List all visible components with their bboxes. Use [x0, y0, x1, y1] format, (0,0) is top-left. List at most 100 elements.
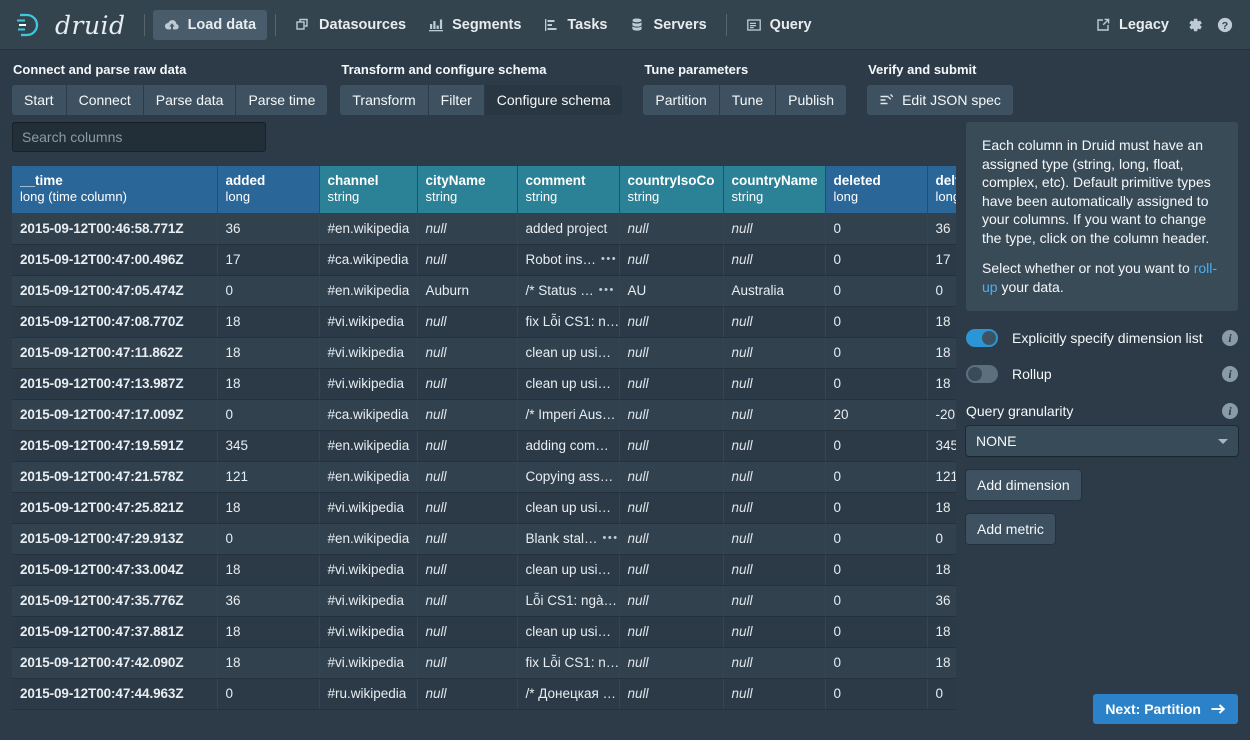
table-row[interactable]: 2015-09-12T00:47:17.009Z0#ca.wikipedianu…	[12, 399, 956, 430]
table-row[interactable]: 2015-09-12T00:47:35.776Z36#vi.wikipedian…	[12, 585, 956, 616]
next-partition-button[interactable]: Next: Partition	[1093, 694, 1238, 724]
table-row[interactable]: 2015-09-12T00:46:58.771Z36#en.wikipedian…	[12, 213, 956, 244]
horizontal-scrollbar[interactable]	[12, 728, 956, 740]
add-metric-button[interactable]: Add metric	[966, 514, 1055, 544]
column-header-countryisocode-name: countryIsoCode	[628, 173, 715, 188]
multi-select-icon	[295, 17, 311, 33]
table-row[interactable]: 2015-09-12T00:47:29.913Z0#en.wikipedianu…	[12, 523, 956, 554]
column-header-channel[interactable]: channel string	[319, 166, 417, 213]
query-granularity-info-icon[interactable]: i	[1222, 403, 1238, 419]
table-row[interactable]: 2015-09-12T00:47:00.496Z17#ca.wikipedian…	[12, 244, 956, 275]
more-dots-icon[interactable]: •••	[603, 532, 619, 544]
table-row[interactable]: 2015-09-12T00:47:44.963Z0#ru.wikipedianu…	[12, 678, 956, 709]
settings-button[interactable]	[1180, 10, 1210, 40]
null-value: null	[732, 314, 753, 329]
table-cell-comment: clean up usi…	[517, 616, 619, 647]
table-cell-delta: 36	[927, 213, 956, 244]
step-group-tune-title: Tune parameters	[644, 62, 846, 77]
brand-logo[interactable]: druid	[14, 11, 126, 40]
info-callout-p2-after: your data.	[998, 279, 1064, 295]
column-header-added-name: added	[226, 173, 311, 188]
next-partition-label: Next: Partition	[1105, 701, 1201, 717]
column-header-time[interactable]: __time long (time column)	[12, 166, 217, 213]
step-button-start[interactable]: Start	[12, 85, 67, 115]
table-row[interactable]: 2015-09-12T00:47:33.004Z18#vi.wikipedian…	[12, 554, 956, 585]
column-header-countryisocode[interactable]: countryIsoCode string	[619, 166, 723, 213]
table-cell-deleted: 0	[825, 492, 927, 523]
step-button-connect[interactable]: Connect	[67, 85, 144, 115]
search-input[interactable]	[12, 122, 266, 152]
column-header-countryname[interactable]: countryName string	[723, 166, 825, 213]
rollup-toggle[interactable]	[966, 365, 998, 383]
table-cell-comment: clean up usi…	[517, 492, 619, 523]
step-group-connect: Connect and parse raw data Start Connect…	[12, 62, 327, 115]
query-granularity-select[interactable]: NONE	[966, 426, 1238, 456]
null-value: null	[628, 376, 649, 391]
null-value: null	[732, 562, 753, 577]
more-dots-icon[interactable]: •••	[599, 284, 615, 296]
nav-item-legacy[interactable]: Legacy	[1084, 10, 1180, 40]
table-row[interactable]: 2015-09-12T00:47:08.770Z18#vi.wikipedian…	[12, 306, 956, 337]
column-header-added[interactable]: added long	[217, 166, 319, 213]
help-button[interactable]: ?	[1210, 10, 1240, 40]
table-cell-delta: 0	[927, 275, 956, 306]
step-button-transform[interactable]: Transform	[340, 85, 428, 115]
rollup-row: Rollup i	[966, 365, 1238, 383]
null-value: null	[628, 407, 649, 422]
more-dots-icon[interactable]: •••	[601, 253, 617, 265]
step-button-tune[interactable]: Tune	[720, 85, 776, 115]
table-row[interactable]: 2015-09-12T00:47:25.821Z18#vi.wikipedian…	[12, 492, 956, 523]
column-header-deleted[interactable]: deleted long	[825, 166, 927, 213]
table-row[interactable]: 2015-09-12T00:47:11.862Z18#vi.wikipedian…	[12, 337, 956, 368]
table-row[interactable]: 2015-09-12T00:47:37.881Z18#vi.wikipedian…	[12, 616, 956, 647]
table-cell-delta: 18	[927, 616, 956, 647]
step-button-filter[interactable]: Filter	[429, 85, 485, 115]
table-row[interactable]: 2015-09-12T00:47:19.591Z345#en.wikipedia…	[12, 430, 956, 461]
table-cell-added: 121	[217, 461, 319, 492]
null-value: null	[628, 500, 649, 515]
nav-item-segments[interactable]: Segments	[417, 10, 532, 40]
column-header-comment[interactable]: comment string	[517, 166, 619, 213]
step-button-publish[interactable]: Publish	[776, 85, 846, 115]
table-row[interactable]: 2015-09-12T00:47:13.987Z18#vi.wikipedian…	[12, 368, 956, 399]
table-cell-time: 2015-09-12T00:47:00.496Z	[12, 244, 217, 275]
table-cell-time: 2015-09-12T00:46:58.771Z	[12, 213, 217, 244]
table-cell-delta: 18	[927, 337, 956, 368]
table-cell-comment: /* Status …•••	[517, 275, 619, 306]
nav-item-datasources[interactable]: Datasources	[284, 10, 417, 40]
table-cell-deleted: 0	[825, 461, 927, 492]
rollup-info-icon[interactable]: i	[1222, 366, 1238, 382]
dimension-list-info-icon[interactable]: i	[1222, 330, 1238, 346]
top-navbar: druid Load data Datasources Segments	[0, 0, 1250, 50]
nav-item-servers[interactable]: Servers	[618, 10, 717, 40]
table-cell-time: 2015-09-12T00:47:19.591Z	[12, 430, 217, 461]
step-button-edit-json-spec[interactable]: Edit JSON spec	[867, 85, 1013, 115]
table-cell-cityname: null	[417, 678, 517, 709]
table-cell-channel: #vi.wikipedia	[319, 306, 417, 337]
table-row[interactable]: 2015-09-12T00:47:05.474Z0#en.wikipediaAu…	[12, 275, 956, 306]
step-button-parse-time[interactable]: Parse time	[236, 85, 327, 115]
column-header-cityname[interactable]: cityName string	[417, 166, 517, 213]
step-button-partition[interactable]: Partition	[643, 85, 719, 115]
table-cell-channel: #vi.wikipedia	[319, 554, 417, 585]
rollup-label: Rollup	[1012, 366, 1222, 382]
nav-item-query[interactable]: Query	[735, 10, 823, 40]
schema-table-scroll-container[interactable]: __time long (time column) added long cha…	[12, 166, 956, 728]
step-button-configure-schema[interactable]: Configure schema	[485, 85, 623, 115]
table-cell-channel: #vi.wikipedia	[319, 337, 417, 368]
column-header-delta[interactable]: delta long	[927, 166, 956, 213]
info-callout: Each column in Druid must have an assign…	[966, 122, 1238, 311]
nav-item-tasks[interactable]: Tasks	[532, 10, 618, 40]
table-cell-delta: 0	[927, 523, 956, 554]
table-cell-comment: fix Lỗi CS1: n…	[517, 647, 619, 678]
add-dimension-button[interactable]: Add dimension	[966, 470, 1081, 500]
dimension-list-toggle[interactable]	[966, 329, 998, 347]
table-row[interactable]: 2015-09-12T00:47:21.578Z121#en.wikipedia…	[12, 461, 956, 492]
table-cell-time: 2015-09-12T00:47:44.963Z	[12, 678, 217, 709]
table-cell-countryname: null	[723, 368, 825, 399]
nav-item-load-data[interactable]: Load data	[153, 10, 267, 40]
table-row[interactable]: 2015-09-12T00:47:42.090Z18#vi.wikipedian…	[12, 647, 956, 678]
step-button-parse-data[interactable]: Parse data	[144, 85, 237, 115]
svg-text:?: ?	[1222, 20, 1228, 32]
null-value: null	[732, 221, 753, 236]
